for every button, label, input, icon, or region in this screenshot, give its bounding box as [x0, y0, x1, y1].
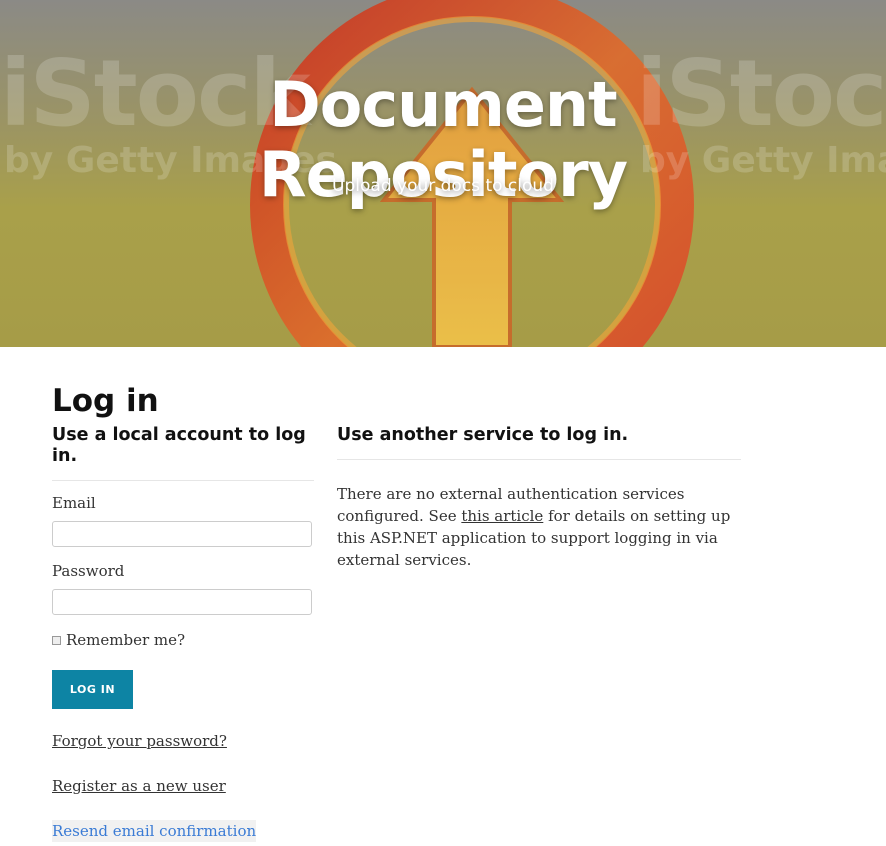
external-login-section: Use another service to log in. There are…: [337, 425, 741, 569]
remember-me[interactable]: Remember me?: [52, 631, 185, 649]
password-field[interactable]: [52, 589, 312, 615]
external-login-heading: Use another service to log in.: [337, 425, 629, 445]
remember-me-checkbox[interactable]: [52, 635, 61, 645]
remember-me-label: Remember me?: [66, 631, 186, 649]
forgot-password-link[interactable]: Forgot your password?: [52, 732, 227, 750]
divider: [52, 480, 314, 481]
password-label: Password: [52, 562, 125, 580]
page-title: Log in: [52, 383, 159, 419]
site-title-line1: Document: [269, 67, 617, 141]
email-field[interactable]: [52, 521, 312, 547]
external-info-text: There are no external authentication ser…: [337, 483, 741, 571]
local-login-section: Use a local account to log in. Email Pas…: [52, 425, 314, 842]
register-link[interactable]: Register as a new user: [52, 777, 226, 795]
divider: [337, 459, 741, 460]
site-subtitle: Upload your docs to cloud: [332, 176, 554, 196]
local-login-heading: Use a local account to log in.: [52, 425, 306, 466]
article-link[interactable]: this article: [461, 507, 543, 525]
resend-confirmation-link[interactable]: Resend email confirmation: [52, 820, 257, 842]
site-title-line2: Repository: [258, 137, 628, 211]
login-button[interactable]: LOG IN: [52, 670, 133, 709]
hero-banner: iStock by Getty Images iStock by Getty I…: [0, 0, 886, 347]
email-label: Email: [52, 494, 96, 512]
